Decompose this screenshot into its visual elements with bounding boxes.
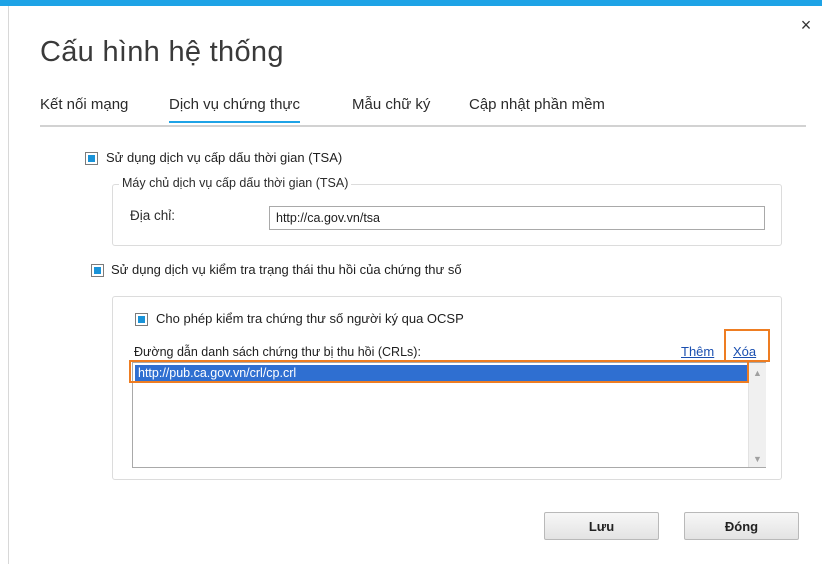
tab-network[interactable]: Kết nối mạng [40, 96, 128, 121]
tsa-checkbox[interactable] [85, 152, 98, 165]
revocation-checkbox-label: Sử dụng dịch vụ kiểm tra trạng thái thu … [111, 262, 462, 277]
delete-link-highlight [724, 329, 770, 362]
add-crl-link[interactable]: Thêm [681, 344, 714, 359]
ocsp-checkbox[interactable] [135, 313, 148, 326]
tsa-checkbox-label: Sử dụng dịch vụ cấp dấu thời gian (TSA) [106, 150, 343, 165]
crl-scrollbar[interactable]: ▲ ▼ [748, 363, 766, 467]
tab-certification-service[interactable]: Dịch vụ chứng thực [169, 96, 300, 123]
address-label: Địa chỉ: [130, 208, 176, 223]
tsa-address-input[interactable] [269, 206, 765, 230]
window-accent-bar [0, 0, 822, 6]
tab-divider [40, 125, 806, 127]
tab-bar: Kết nối mạng Dịch vụ chứng thực Mẫu chữ … [40, 96, 806, 126]
save-button[interactable]: Lưu [544, 512, 659, 540]
scroll-up-icon[interactable]: ▲ [749, 365, 766, 381]
tab-signature-template[interactable]: Mẫu chữ ký [352, 96, 430, 121]
ocsp-checkbox-label: Cho phép kiểm tra chứng thư số người ký … [156, 311, 464, 326]
revocation-checkbox[interactable] [91, 264, 104, 277]
crl-item-highlight [129, 360, 749, 383]
tsa-server-group-title: Máy chủ dịch vụ cấp dấu thời gian (TSA) [119, 176, 352, 190]
crl-list-label: Đường dẫn danh sách chứng thư bị thu hồi… [134, 345, 421, 359]
tab-software-update[interactable]: Cập nhật phần mềm [469, 96, 605, 121]
close-icon[interactable]: × [797, 16, 815, 34]
scroll-down-icon[interactable]: ▼ [749, 451, 766, 467]
window-border [8, 6, 9, 564]
close-button[interactable]: Đóng [684, 512, 799, 540]
dialog-title: Cấu hình hệ thống [40, 36, 284, 68]
